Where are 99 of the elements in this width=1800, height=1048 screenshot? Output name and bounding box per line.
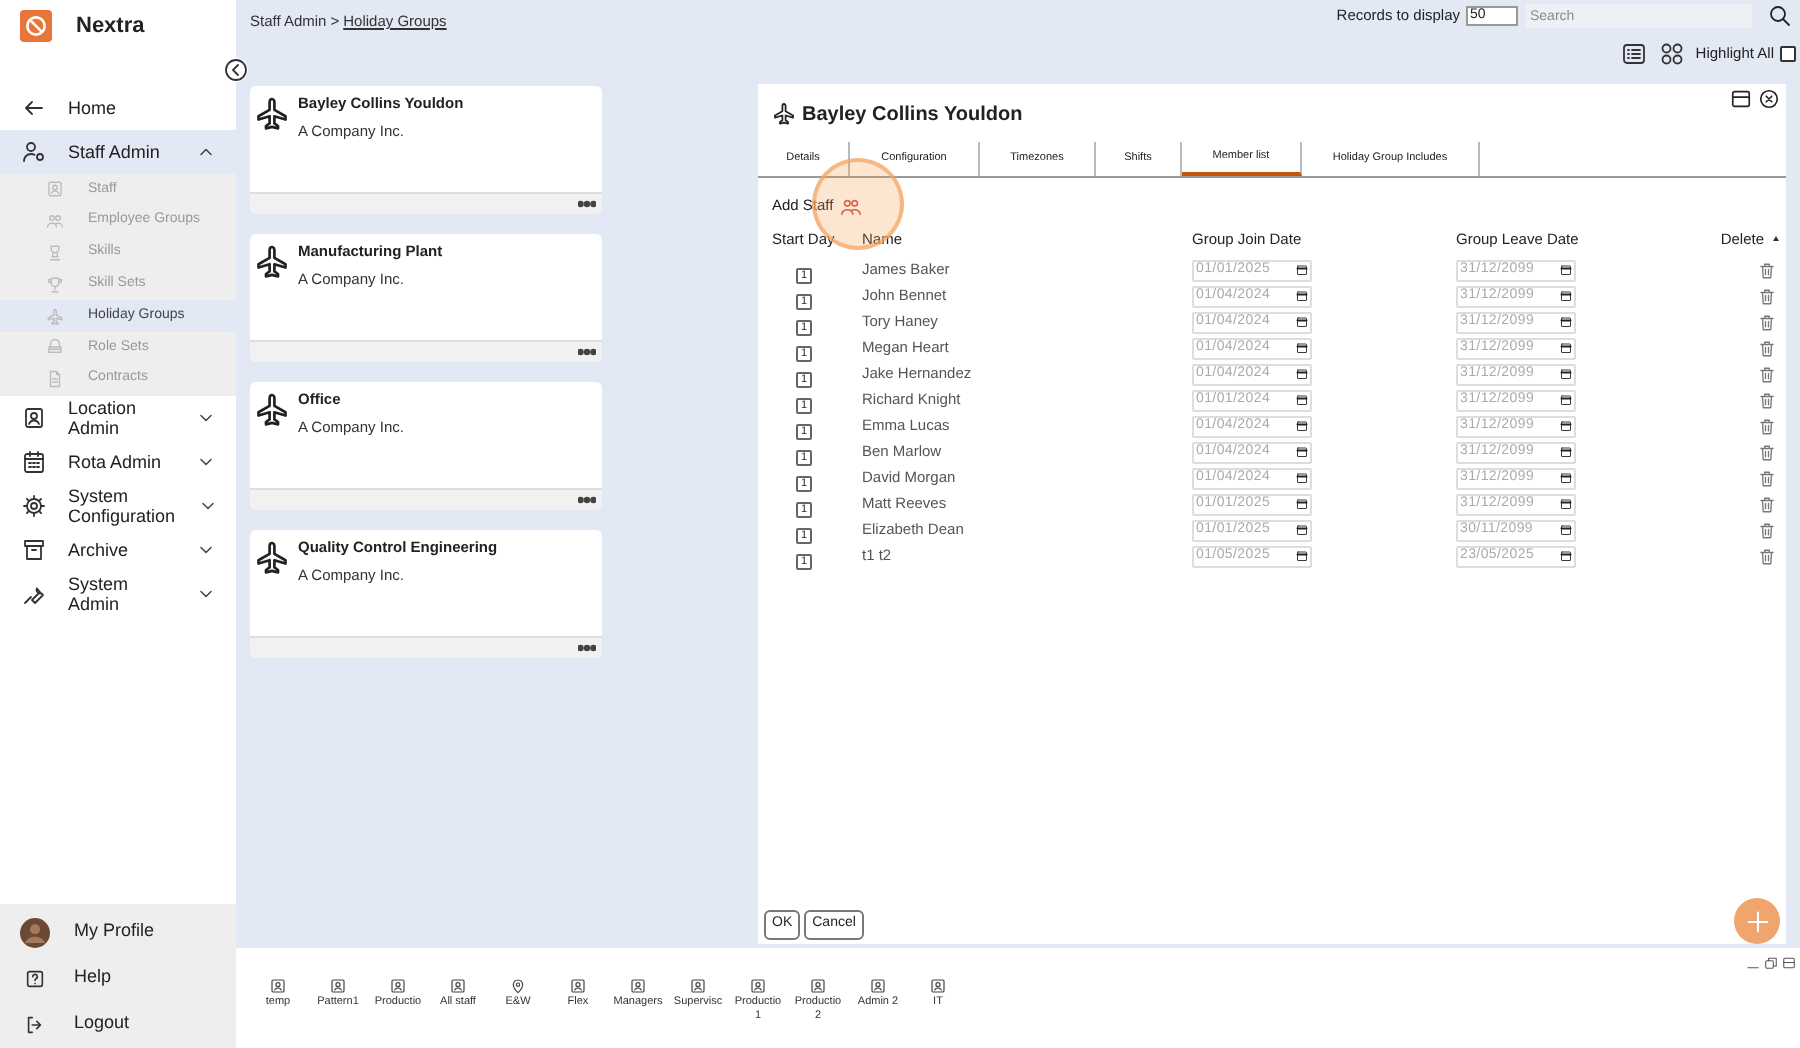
maximize-icon[interactable] [1782, 956, 1796, 970]
calendar-icon [1296, 550, 1308, 562]
calendar-icon [1560, 498, 1572, 510]
window-icon[interactable] [1730, 88, 1752, 110]
calendar-icon [1560, 446, 1572, 458]
trash-icon[interactable] [1758, 469, 1776, 487]
person-icon [330, 978, 346, 994]
nav-icon [46, 212, 64, 231]
more-icon[interactable] [578, 348, 596, 356]
calendar-icon [1296, 264, 1308, 276]
person-icon [570, 978, 586, 994]
person-icon [870, 978, 886, 994]
nav-icon [46, 307, 64, 326]
person-icon [630, 978, 646, 994]
calendar-icon [1296, 498, 1308, 510]
calendar-icon [1296, 342, 1308, 354]
nav-icon [46, 180, 64, 199]
nav-icon [22, 140, 46, 164]
footer-item[interactable]: My Profile [0, 909, 236, 955]
trash-icon[interactable] [1758, 495, 1776, 513]
calendar-icon [1560, 550, 1572, 562]
calendar-icon [1560, 394, 1572, 406]
nav-item[interactable]: Rota Admin [0, 439, 236, 484]
sort-icon [1772, 234, 1780, 242]
nav-icon [22, 405, 46, 430]
avatar-icon [20, 917, 50, 947]
nav-icon [46, 243, 64, 262]
nav-icon [22, 493, 46, 518]
trash-icon[interactable] [1758, 339, 1776, 357]
calendar-icon [1560, 290, 1572, 302]
logo-icon [20, 10, 52, 42]
nav-item[interactable]: System Configuration [0, 483, 236, 528]
calendar-icon [1296, 446, 1308, 458]
nav-icon [22, 537, 46, 562]
calendar-icon [1560, 368, 1572, 380]
calendar-icon [1296, 368, 1308, 380]
person-icon [690, 978, 706, 994]
calendar-icon [1296, 316, 1308, 328]
grid-view-icon[interactable] [1659, 42, 1684, 66]
more-icon[interactable] [578, 644, 596, 652]
person-icon [270, 978, 286, 994]
nav-item[interactable]: System Admin [0, 571, 236, 616]
calendar-icon [1296, 420, 1308, 432]
panel-title: Bayley Collins Youldon [802, 101, 1023, 129]
person-icon [750, 978, 766, 994]
restore-icon[interactable] [1764, 956, 1778, 970]
calendar-icon [1296, 394, 1308, 406]
person-icon [810, 978, 826, 994]
calendar-icon [1560, 316, 1572, 328]
trash-icon[interactable] [1758, 313, 1776, 331]
calendar-icon [1296, 524, 1308, 536]
trash-icon[interactable] [1758, 443, 1776, 461]
calendar-icon [1560, 524, 1572, 536]
search-icon[interactable] [1768, 4, 1792, 28]
nav-icon [46, 370, 64, 389]
trash-icon[interactable] [1758, 365, 1776, 383]
plus-icon [1743, 907, 1771, 935]
nav-icon [46, 338, 64, 357]
pin-icon [510, 978, 526, 994]
nav-icon [46, 275, 64, 294]
close-icon[interactable] [1758, 88, 1780, 110]
calendar-icon [1560, 264, 1572, 276]
more-icon[interactable] [578, 200, 596, 208]
plane-icon [254, 540, 290, 576]
app-name: Nextra [76, 11, 145, 42]
nav-icon [22, 581, 46, 606]
logout-icon [24, 1013, 46, 1035]
collapse-icon[interactable] [224, 58, 248, 82]
trash-icon[interactable] [1758, 521, 1776, 539]
calendar-icon [1296, 290, 1308, 302]
person-icon [450, 978, 466, 994]
nav-icon [22, 96, 46, 120]
calendar-icon [1560, 342, 1572, 354]
add-staff-icon[interactable] [839, 195, 862, 217]
nav-item[interactable]: Staff Admin [0, 130, 236, 174]
calendar-icon [1296, 472, 1308, 484]
footer-item[interactable]: Logout [0, 1001, 236, 1047]
plane-icon [254, 244, 290, 280]
footer-item[interactable]: Help [0, 955, 236, 1001]
more-icon[interactable] [578, 496, 596, 504]
trash-icon[interactable] [1758, 547, 1776, 565]
help-icon [24, 967, 46, 989]
calendar-icon [1560, 472, 1572, 484]
nav-icon [22, 449, 46, 474]
plane-icon [772, 102, 796, 126]
nav-item[interactable]: Home [0, 86, 236, 130]
plane-icon [254, 392, 290, 428]
person-icon [930, 978, 946, 994]
nav-item[interactable]: Archive [0, 527, 236, 572]
list-view-icon[interactable] [1619, 42, 1648, 66]
highlight-all-checkbox[interactable] [1780, 46, 1796, 62]
plane-icon [254, 96, 290, 132]
nav-item[interactable]: Location Admin [0, 395, 236, 440]
trash-icon[interactable] [1758, 287, 1776, 305]
trash-icon[interactable] [1758, 261, 1776, 279]
trash-icon[interactable] [1758, 391, 1776, 409]
trash-icon[interactable] [1758, 417, 1776, 435]
calendar-icon [1560, 420, 1572, 432]
person-icon [390, 978, 406, 994]
